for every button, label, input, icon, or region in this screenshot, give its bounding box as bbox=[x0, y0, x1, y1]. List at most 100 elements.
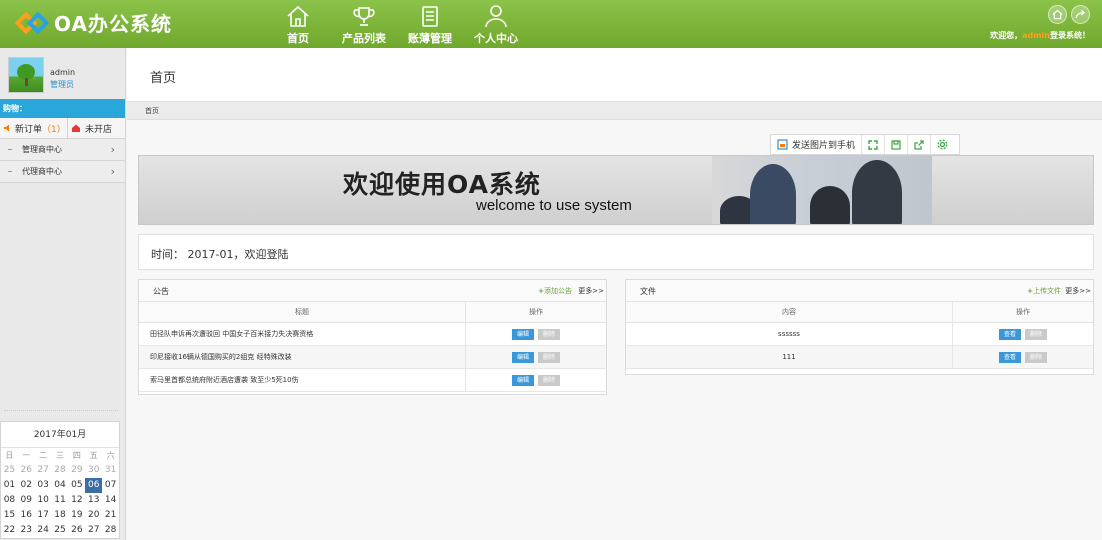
file-content[interactable]: 111 bbox=[626, 346, 953, 368]
sidebar-item-manager-center[interactable]: 管理商中心 › bbox=[0, 139, 125, 161]
share-button[interactable] bbox=[1071, 5, 1090, 24]
fullscreen-button[interactable] bbox=[862, 135, 886, 154]
calendar-day[interactable]: 16 bbox=[18, 508, 35, 523]
notices-table-body: 田径队申诉再次遭驳回 中国女子百米接力失决赛资格 编辑 删除 印尼接收16辆从德国… bbox=[139, 323, 606, 392]
calendar-day[interactable]: 06 bbox=[85, 478, 103, 493]
calendar-day[interactable]: 29 bbox=[68, 463, 85, 478]
calendar-day[interactable]: 17 bbox=[35, 508, 52, 523]
calendar-day[interactable]: 24 bbox=[35, 523, 52, 538]
calendar-day[interactable]: 03 bbox=[35, 478, 52, 493]
calendar-day[interactable]: 27 bbox=[85, 523, 102, 538]
calendar-day[interactable]: 10 bbox=[35, 493, 52, 508]
home-shortcut-button[interactable] bbox=[1048, 5, 1067, 24]
column-action: 操作 bbox=[529, 308, 543, 316]
calendar-day[interactable]: 08 bbox=[1, 493, 18, 508]
calendar-day[interactable]: 23 bbox=[18, 523, 35, 538]
calendar-weekday: 一 bbox=[22, 451, 31, 460]
calendar-day[interactable]: 25 bbox=[52, 523, 69, 538]
calendar-day[interactable]: 31 bbox=[102, 463, 119, 478]
nav-ledger[interactable]: 账薄管理 bbox=[397, 3, 463, 46]
calendar-day[interactable]: 05 bbox=[68, 478, 85, 493]
calendar-day[interactable]: 11 bbox=[52, 493, 69, 508]
time-welcome-text: 时间： 2017-01，欢迎登陆 bbox=[151, 248, 289, 261]
view-button[interactable]: 查看 bbox=[998, 351, 1021, 363]
delete-button[interactable]: 删除 bbox=[538, 351, 561, 363]
calendar-day[interactable]: 25 bbox=[1, 463, 18, 478]
notices-panel: 公告 +添加公告 更多>> 标题 操作 田径队申诉再次遭驳回 中国女子百米接力失… bbox=[138, 279, 607, 395]
fullscreen-icon bbox=[868, 139, 878, 150]
calendar-weekday: 日 bbox=[5, 451, 14, 460]
home-icon bbox=[1052, 9, 1063, 20]
user-box: admin 管理员 bbox=[0, 48, 125, 99]
row-actions: 编辑 删除 bbox=[466, 369, 606, 391]
avatar[interactable] bbox=[8, 57, 44, 93]
calendar-day[interactable]: 12 bbox=[68, 493, 85, 508]
delete-button[interactable]: 删除 bbox=[1025, 351, 1048, 363]
closed-shop-link[interactable]: 未开店 bbox=[68, 118, 125, 138]
page-title: 首页 bbox=[150, 71, 177, 86]
calendar-day[interactable]: 18 bbox=[52, 508, 69, 523]
calendar-day[interactable]: 09 bbox=[18, 493, 35, 508]
sidebar-item-label: 代理商中心 bbox=[22, 167, 62, 176]
calendar-day[interactable]: 28 bbox=[102, 523, 119, 538]
settings-button[interactable] bbox=[931, 135, 954, 154]
edit-button[interactable]: 编辑 bbox=[511, 351, 534, 363]
calendar-day[interactable]: 15 bbox=[1, 508, 18, 523]
nav-profile[interactable]: 个人中心 bbox=[463, 3, 529, 46]
calendar-day[interactable]: 26 bbox=[68, 523, 85, 538]
calendar-day[interactable]: 13 bbox=[85, 493, 102, 508]
calendar-weekday: 四 bbox=[72, 451, 81, 460]
files-table-header: 内容 操作 bbox=[626, 302, 1093, 323]
table-row: 印尼接收16辆从德国购买的2组克 经特殊改装 编辑 删除 bbox=[139, 346, 606, 369]
app-logo[interactable]: OA办公系统 bbox=[14, 8, 172, 37]
calendar-day[interactable]: 22 bbox=[1, 523, 18, 538]
time-info-box: 时间： 2017-01，欢迎登陆 bbox=[138, 234, 1094, 270]
files-more-link[interactable]: 更多>> bbox=[1065, 286, 1091, 296]
delete-button[interactable]: 删除 bbox=[538, 328, 561, 340]
page-header: 首页 bbox=[127, 48, 1102, 102]
calendar-day[interactable]: 14 bbox=[102, 493, 119, 508]
upload-file-link[interactable]: +上传文件 bbox=[1027, 286, 1061, 296]
save-button[interactable] bbox=[885, 135, 909, 154]
sidebar-role[interactable]: 管理员 bbox=[50, 79, 74, 90]
view-button[interactable]: 查看 bbox=[998, 328, 1021, 340]
welcome-prefix: 欢迎您， bbox=[990, 31, 1023, 40]
calendar-day[interactable]: 27 bbox=[35, 463, 52, 478]
breadcrumb-item[interactable]: 首页 bbox=[145, 106, 159, 116]
edit-button[interactable]: 编辑 bbox=[511, 374, 534, 386]
files-panel: 文件 +上传文件 更多>> 内容 操作 ssssss 查看 删除 111 查看 删除 bbox=[625, 279, 1094, 375]
calendar-day[interactable]: 28 bbox=[52, 463, 69, 478]
calendar-day[interactable]: 26 bbox=[18, 463, 35, 478]
calendar-day[interactable]: 19 bbox=[68, 508, 85, 523]
chevron-right-icon: › bbox=[110, 143, 115, 156]
save-icon bbox=[891, 139, 901, 150]
files-title: 文件 bbox=[640, 287, 656, 296]
new-order-link[interactable]: 新订单 （1） bbox=[0, 118, 68, 138]
calendar-day[interactable]: 20 bbox=[85, 508, 102, 523]
edit-button[interactable]: 编辑 bbox=[511, 328, 534, 340]
mini-calendar: 2017年01月 日一二三四五六 25 26 27 28 29 30 31 01 02 03 04 05… bbox=[0, 421, 120, 539]
sidebar-item-agent-center[interactable]: 代理商中心 › bbox=[0, 161, 125, 183]
send-to-phone-button[interactable]: 发送图片到手机 bbox=[771, 135, 863, 154]
calendar-day[interactable]: 04 bbox=[52, 478, 69, 493]
nav-home[interactable]: 首页 bbox=[265, 3, 331, 46]
calendar-day[interactable]: 21 bbox=[102, 508, 119, 523]
delete-button[interactable]: 删除 bbox=[538, 374, 561, 386]
column-action: 操作 bbox=[1016, 308, 1030, 316]
add-notice-link[interactable]: +添加公告 bbox=[538, 286, 572, 296]
calendar-day[interactable]: 30 bbox=[85, 463, 102, 478]
welcome-username: admin bbox=[1022, 31, 1050, 40]
export-button[interactable] bbox=[908, 135, 932, 154]
notice-title[interactable]: 田径队申诉再次遭驳回 中国女子百米接力失决赛资格 bbox=[139, 323, 466, 345]
house-icon bbox=[72, 124, 80, 132]
delete-button[interactable]: 删除 bbox=[1025, 328, 1048, 340]
calendar-day[interactable]: 01 bbox=[1, 478, 18, 493]
notice-title[interactable]: 印尼接收16辆从德国购买的2组克 经特殊改装 bbox=[139, 346, 466, 368]
notice-title[interactable]: 索马里首都总统府附近酒店遭袭 致至少5死10伤 bbox=[139, 369, 466, 391]
notices-more-link[interactable]: 更多>> bbox=[578, 286, 604, 296]
calendar-day[interactable]: 02 bbox=[18, 478, 35, 493]
notices-title: 公告 bbox=[153, 287, 169, 296]
nav-products[interactable]: 产品列表 bbox=[331, 3, 397, 46]
calendar-day[interactable]: 07 bbox=[102, 478, 119, 493]
file-content[interactable]: ssssss bbox=[626, 323, 953, 345]
